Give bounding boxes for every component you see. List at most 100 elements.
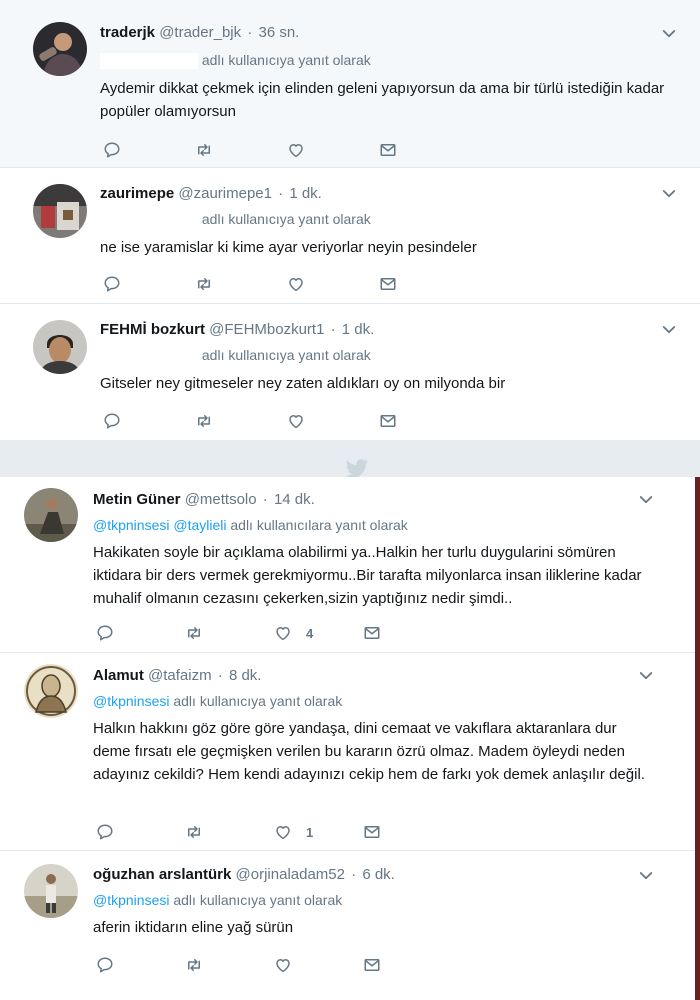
tweet-timestamp[interactable]: 1 dk. [342,321,375,338]
like-icon [274,823,292,841]
retweet-button[interactable] [185,822,203,842]
reply-button[interactable] [96,822,114,842]
direct-message-icon [379,275,397,293]
reply-icon [103,275,121,293]
tweet[interactable]: Alamut @tafaizm · 8 dk. @tkpninsesi adlı… [0,652,695,851]
reply-button[interactable] [96,955,114,975]
avatar[interactable] [33,184,87,238]
tweet-actions [100,411,420,431]
like-icon [287,275,305,293]
tweet[interactable]: Metin Güner @mettsolo · 14 dk. @tkpninse… [0,477,695,653]
redacted-mention [100,212,198,229]
retweet-button[interactable] [195,411,213,431]
reply-mentions[interactable]: @tkpninsesi [93,892,169,908]
chevron-down-icon[interactable] [637,867,655,885]
like-button[interactable]: 4 [274,623,313,643]
author-handle[interactable]: @mettsolo [185,491,257,508]
tweet-timestamp[interactable]: 14 dk. [274,491,315,508]
reply-icon [96,956,114,974]
author-handle[interactable]: @tafaizm [148,667,212,684]
reply-context: @tkpninsesi adlı kullanıcıya yanıt olara… [93,693,342,709]
tweet[interactable]: zaurimepe @zaurimepe1 · 1 dk. adlı kulla… [0,167,700,304]
like-button[interactable] [287,274,319,294]
direct-message-button[interactable] [363,955,381,975]
redacted-mention [100,53,198,70]
tweet[interactable]: traderjk @trader_bjk · 36 sn. adlı kulla… [0,0,700,168]
retweet-icon [195,412,213,430]
tweet-actions [93,955,413,975]
reply-button[interactable] [103,140,121,160]
redacted-mention [100,348,198,365]
tweet-actions [100,274,420,294]
author-name[interactable]: zaurimepe [100,185,174,202]
chevron-down-icon[interactable] [637,491,655,509]
author-name[interactable]: traderjk [100,24,155,41]
reply-mentions[interactable]: @tkpninsesi @taylieli [93,517,226,533]
tweet-timestamp[interactable]: 36 sn. [258,24,299,41]
direct-message-button[interactable] [379,274,397,294]
timeline-panel-top: traderjk @trader_bjk · 36 sn. adlı kulla… [0,0,700,440]
reply-icon [103,141,121,159]
like-button[interactable] [274,955,306,975]
tweet-timestamp[interactable]: 1 dk. [289,185,322,202]
reply-context: @tkpninsesi adlı kullanıcıya yanıt olara… [93,892,342,908]
author-name[interactable]: Alamut [93,667,144,684]
direct-message-icon [379,412,397,430]
reply-button[interactable] [103,411,121,431]
tweet-text: aferin iktidarın eline yağ sürün [93,919,294,936]
direct-message-button[interactable] [363,623,381,643]
retweet-icon [185,823,203,841]
like-button[interactable]: 1 [274,822,313,842]
page-edge [695,477,700,1000]
retweet-button[interactable] [185,955,203,975]
reply-button[interactable] [103,274,121,294]
chevron-down-icon[interactable] [660,321,678,339]
avatar[interactable] [24,664,78,718]
author-handle[interactable]: @zaurimepe1 [178,185,272,202]
direct-message-button[interactable] [379,411,397,431]
tweet-text: Halkın hakkını göz göre göre yandaşa, di… [93,720,645,783]
tweet-actions: 4 [93,623,413,643]
reply-icon [96,823,114,841]
tweet-actions [100,140,420,160]
direct-message-icon [363,956,381,974]
author-name[interactable]: oğuzhan arslantürk [93,866,231,883]
author-name[interactable]: FEHMİ bozkurt [100,321,205,338]
chevron-down-icon[interactable] [637,667,655,685]
author-name[interactable]: Metin Güner [93,491,181,508]
avatar[interactable] [24,488,78,542]
retweet-button[interactable] [195,274,213,294]
reply-context: adlı kullanıcıya yanıt olarak [100,52,371,70]
direct-message-icon [363,823,381,841]
tweet-timestamp[interactable]: 6 dk. [362,866,395,883]
direct-message-icon [379,141,397,159]
like-button[interactable] [287,140,319,160]
retweet-icon [185,624,203,642]
avatar[interactable] [33,22,87,76]
timeline-panel-bottom: Metin Güner @mettsolo · 14 dk. @tkpninse… [0,477,695,1000]
tweet-text: Aydemir dikkat çekmek için elinden gelen… [100,80,665,120]
avatar[interactable] [33,320,87,374]
tweet[interactable]: oğuzhan arslantürk @orjinaladam52 · 6 dk… [0,850,695,1000]
reply-mentions[interactable]: @tkpninsesi [93,693,169,709]
chevron-down-icon[interactable] [660,185,678,203]
tweet[interactable]: FEHMİ bozkurt @FEHMbozkurt1 · 1 dk. adlı… [0,303,700,440]
avatar[interactable] [24,864,78,918]
like-button[interactable] [287,411,319,431]
reply-label: adlı kullanıcılara yanıt olarak [230,517,408,533]
tweet-actions: 1 [93,822,413,842]
chevron-down-icon[interactable] [660,25,678,43]
author-handle[interactable]: @trader_bjk [159,24,241,41]
reply-button[interactable] [96,623,114,643]
author-handle[interactable]: @FEHMbozkurt1 [209,321,324,338]
tweet-text: ne ise yaramislar ki kime ayar veriyorla… [100,239,477,256]
retweet-button[interactable] [185,623,203,643]
direct-message-button[interactable] [379,140,397,160]
author-handle[interactable]: @orjinaladam52 [236,866,345,883]
tweet-timestamp[interactable]: 8 dk. [229,667,262,684]
reply-label: adlı kullanıcıya yanıt olarak [201,211,371,227]
direct-message-button[interactable] [363,822,381,842]
retweet-button[interactable] [195,140,213,160]
like-count: 1 [306,824,314,840]
twitter-bird-icon [345,459,368,478]
